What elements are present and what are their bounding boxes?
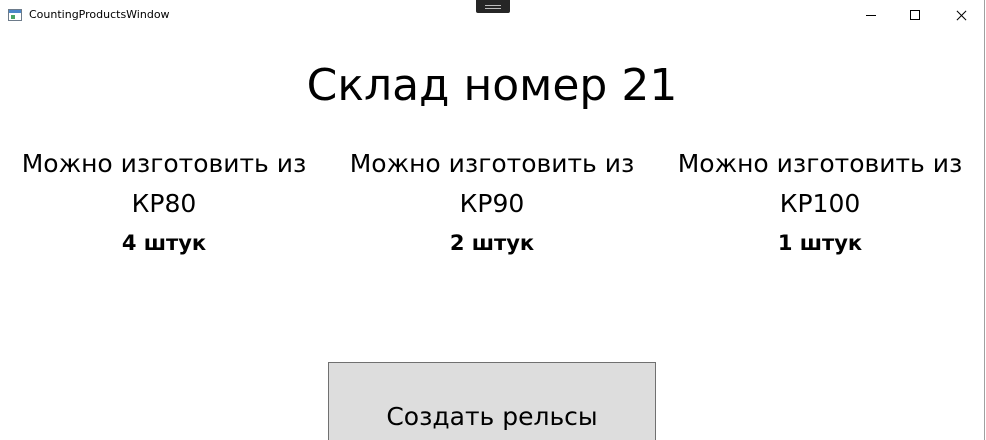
product-kr100-card: Можно изготовить из КР100 1 штук (660, 144, 980, 257)
product-caption: Можно изготовить из (677, 149, 963, 178)
product-kr90-card: Можно изготовить из КР90 2 штук (332, 144, 652, 257)
window-title: CountingProductsWindow (29, 8, 170, 21)
minimize-button[interactable] (848, 0, 894, 31)
product-count: 4 штук (121, 231, 207, 255)
product-name: КР100 (779, 189, 861, 218)
create-rails-button[interactable]: Создать рельсы (328, 362, 656, 440)
counting-products-window: CountingProductsWindow Склад номер 21 Мо… (0, 0, 985, 440)
window-app-icon (8, 9, 22, 21)
drag-handle-icon[interactable] (476, 0, 510, 13)
product-caption: Можно изготовить из (349, 149, 635, 178)
product-count: 1 штук (777, 231, 863, 255)
product-name: КР90 (459, 189, 525, 218)
maximize-button[interactable] (893, 0, 939, 31)
warehouse-heading: Склад номер 21 (306, 60, 678, 111)
title-bar[interactable]: CountingProductsWindow (0, 0, 984, 31)
product-kr80-card: Можно изготовить из КР80 4 штук (4, 144, 324, 257)
product-caption: Можно изготовить из (21, 149, 307, 178)
product-name: КР80 (131, 189, 197, 218)
product-count: 2 штук (449, 231, 535, 255)
close-button[interactable] (938, 0, 984, 31)
